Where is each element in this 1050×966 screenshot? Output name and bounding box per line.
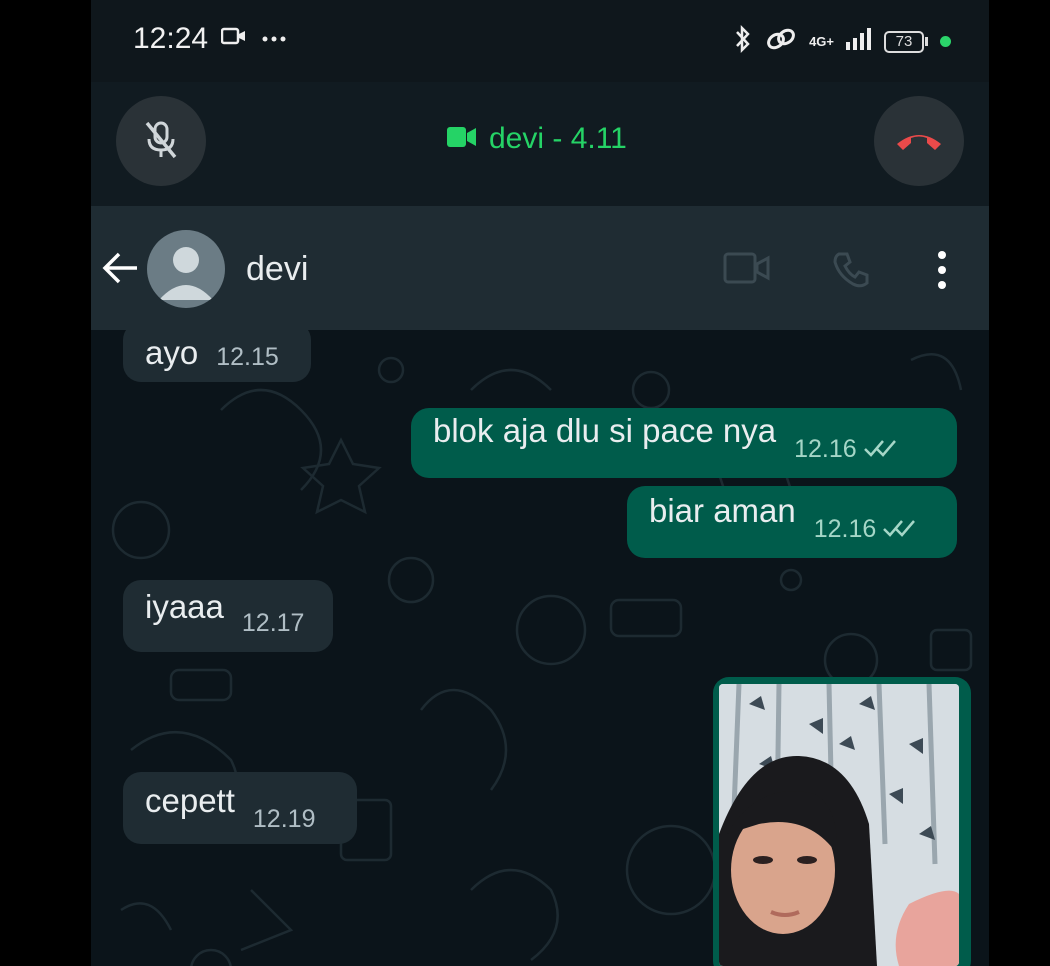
ongoing-call-banner[interactable]: devi - 4.11 bbox=[91, 82, 989, 206]
read-ticks-icon bbox=[882, 517, 918, 544]
more-options-icon[interactable] bbox=[937, 250, 947, 295]
battery-icon: 73 bbox=[884, 30, 928, 53]
message-text: iyaaa bbox=[145, 588, 224, 625]
signal-icon bbox=[846, 28, 872, 55]
mic-off-icon bbox=[139, 117, 183, 166]
message-bubble-outgoing[interactable]: biar aman 12.16 bbox=[627, 486, 957, 558]
contact-name[interactable]: devi bbox=[246, 250, 308, 289]
battery-level: 73 bbox=[884, 30, 924, 53]
video-record-icon bbox=[220, 26, 247, 51]
message-text: biar aman bbox=[649, 492, 796, 529]
bluetooth-icon bbox=[733, 24, 753, 59]
message-bubble-incoming[interactable]: cepett 12.19 bbox=[123, 772, 357, 844]
status-right-icons: 4G+ 73 bbox=[733, 24, 951, 59]
avatar[interactable] bbox=[147, 230, 225, 308]
message-bubble-incoming[interactable]: iyaaa 12.17 bbox=[123, 580, 333, 652]
voice-call-header-icon[interactable] bbox=[831, 250, 871, 295]
message-text: ayo bbox=[145, 334, 199, 371]
message-time: 12.17 bbox=[241, 609, 305, 637]
read-ticks-icon bbox=[863, 437, 899, 464]
call-title-text: devi - 4.11 bbox=[489, 122, 627, 155]
status-time: 12:24 bbox=[133, 22, 209, 55]
phone-screen: 12:24 4G+ 73 devi - 4.11 devi ayo 12.15 … bbox=[91, 0, 989, 966]
status-bar: 12:24 4G+ 73 bbox=[91, 0, 989, 82]
chat-area[interactable]: ayo 12.15 blok aja dlu si pace nya 12.16… bbox=[91, 330, 989, 966]
message-bubble-outgoing[interactable]: blok aja dlu si pace nya 12.16 bbox=[411, 408, 957, 478]
back-arrow-icon[interactable] bbox=[101, 250, 141, 291]
mute-button[interactable] bbox=[116, 96, 206, 186]
message-time: 12.16 bbox=[813, 515, 877, 543]
call-title[interactable]: devi - 4.11 bbox=[447, 122, 627, 156]
status-left-icons bbox=[220, 26, 287, 51]
message-time: 12.19 bbox=[252, 805, 316, 833]
more-dots-icon bbox=[261, 30, 287, 48]
end-call-button[interactable] bbox=[874, 96, 964, 186]
shared-photo[interactable] bbox=[719, 684, 959, 966]
message-text: cepett bbox=[145, 782, 235, 819]
message-bubble-incoming[interactable]: ayo 12.15 bbox=[123, 330, 311, 382]
network-type: 4G+ bbox=[809, 33, 834, 49]
message-time: 12.15 bbox=[216, 343, 279, 371]
video-call-icon bbox=[447, 126, 477, 153]
message-text: blok aja dlu si pace nya bbox=[433, 412, 777, 449]
end-call-icon bbox=[893, 126, 945, 157]
video-call-header-icon[interactable] bbox=[723, 250, 771, 291]
privacy-indicator-dot bbox=[940, 36, 951, 47]
message-time: 12.16 bbox=[794, 435, 857, 463]
hotspot-link-icon bbox=[765, 26, 797, 57]
chat-header: devi bbox=[91, 206, 989, 330]
